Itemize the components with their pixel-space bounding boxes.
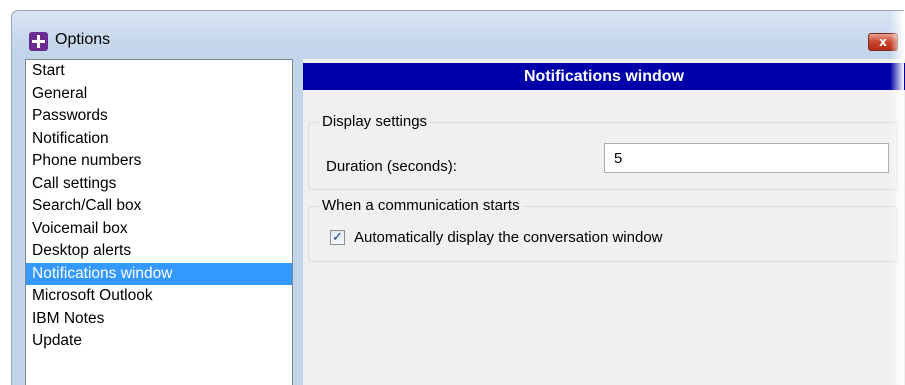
sidebar-item-call-settings[interactable]: Call settings	[26, 173, 292, 196]
close-button[interactable]: x	[868, 33, 898, 51]
panel-header: Notifications window	[303, 63, 905, 90]
auto-display-checkbox[interactable]: ✓	[330, 230, 345, 245]
duration-input[interactable]	[604, 143, 889, 173]
sidebar-item-desktop-alerts[interactable]: Desktop alerts	[26, 240, 292, 263]
settings-panel: Notifications window Display settings Du…	[303, 59, 905, 385]
sidebar-item-notifications-window[interactable]: Notifications window	[26, 262, 292, 285]
title-bar[interactable]: Options x	[12, 11, 904, 59]
window-title: Options	[55, 31, 111, 48]
sidebar-item-general[interactable]: General	[26, 83, 292, 106]
sidebar-item-voicemail-box[interactable]: Voicemail box	[26, 218, 292, 241]
duration-label: Duration (seconds):	[326, 158, 457, 175]
sidebar-item-update[interactable]: Update	[26, 330, 292, 353]
sidebar-item-phone-numbers[interactable]: Phone numbers	[26, 150, 292, 173]
sidebar-item-passwords[interactable]: Passwords	[26, 105, 292, 128]
options-category-list[interactable]: Start General Passwords Notification Pho…	[25, 59, 293, 385]
sidebar-item-microsoft-outlook[interactable]: Microsoft Outlook	[26, 285, 292, 308]
options-window: Options x Start General Passwords Notifi…	[11, 10, 905, 385]
communication-start-legend: When a communication starts	[319, 197, 523, 214]
sidebar-item-start[interactable]: Start	[26, 60, 292, 83]
app-icon	[29, 32, 48, 51]
display-settings-legend: Display settings	[319, 113, 431, 130]
display-settings-group: Display settings Duration (seconds):	[308, 113, 897, 190]
sidebar-item-search-call-box[interactable]: Search/Call box	[26, 195, 292, 218]
sidebar-item-notification[interactable]: Notification	[26, 128, 292, 151]
sidebar-item-ibm-notes[interactable]: IBM Notes	[26, 308, 292, 331]
auto-display-label[interactable]: Automatically display the conversation w…	[354, 229, 663, 246]
communication-start-group: When a communication starts ✓ Automatica…	[308, 197, 897, 262]
